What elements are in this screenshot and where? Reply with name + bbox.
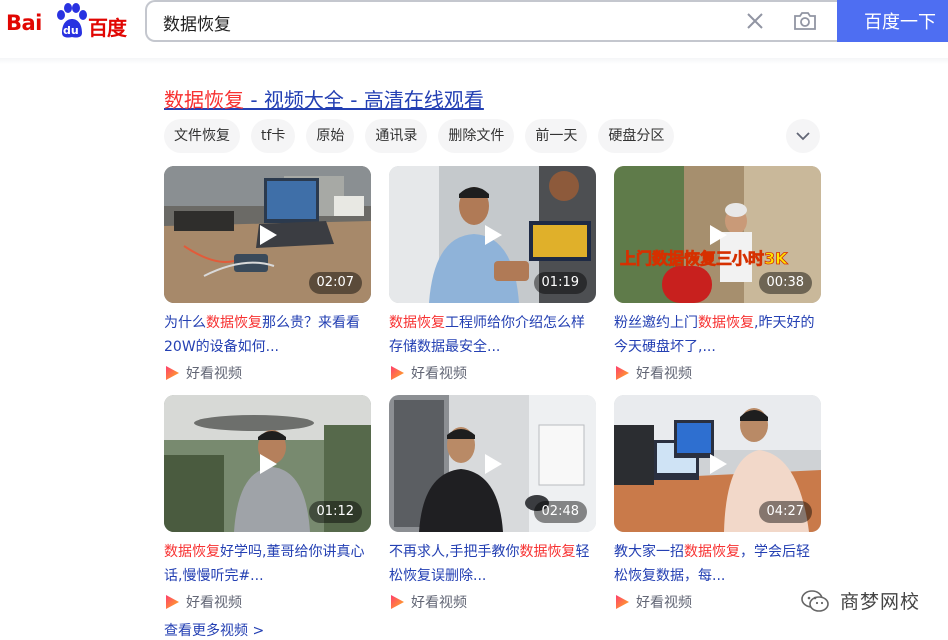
result-title-link[interactable]: 数据恢复 - 视频大全 - 高清在线观看 xyxy=(164,84,484,113)
video-duration: 00:38 xyxy=(758,272,812,294)
title-highlight: 数据恢复 xyxy=(206,315,262,331)
chip-tongxunlu[interactable]: 通讯录 xyxy=(365,119,428,153)
title-highlight: 数据恢复 xyxy=(519,544,576,560)
video-title-link[interactable]: 不再求人,手把手教你数据恢复轻松恢复误删除... xyxy=(389,540,596,588)
video-thumbnail[interactable]: 04:27 xyxy=(614,395,821,532)
chip-wenjian-huifu[interactable]: 文件恢复 xyxy=(164,119,240,153)
video-title-link[interactable]: 为什么数据恢复那么贵？来看看20W的设备如何... xyxy=(164,311,371,359)
video-title-link[interactable]: 数据恢复好学吗,董哥给你讲真心话,慢慢听完#... xyxy=(164,540,371,588)
video-card[interactable]: 01:12 数据恢复好学吗,董哥给你讲真心话,慢慢听完#... 好看视频 xyxy=(164,395,371,612)
video-source[interactable]: 好看视频 xyxy=(164,592,371,612)
video-source[interactable]: 好看视频 xyxy=(389,592,596,612)
result-title-highlight: 数据恢复 xyxy=(164,88,244,112)
video-title-link[interactable]: 教大家一招数据恢复，学会后轻松恢复数据，每... xyxy=(614,540,821,588)
play-icon xyxy=(710,454,727,474)
video-card[interactable]: 04:27 教大家一招数据恢复，学会后轻松恢复数据，每... 好看视频 xyxy=(614,395,821,612)
title-highlight: 数据恢复 xyxy=(389,315,445,331)
video-source[interactable]: 好看视频 xyxy=(389,363,596,383)
play-icon xyxy=(485,454,502,474)
logo-latin: Bai xyxy=(6,11,42,35)
related-query-chips: 文件恢复 tf卡 原始 通讯录 删除文件 前一天 硬盘分区 xyxy=(164,119,675,153)
chip-qian-yitian[interactable]: 前一天 xyxy=(525,119,588,153)
logo-badge: du xyxy=(63,24,79,37)
wechat-icon xyxy=(801,590,829,612)
thumbnail-caption: 上门数据恢复三小时3K xyxy=(620,249,788,268)
haokan-logo-icon xyxy=(616,595,629,609)
video-source-name: 好看视频 xyxy=(186,595,242,611)
play-icon xyxy=(260,454,277,474)
chip-yingpan-fenqu[interactable]: 硬盘分区 xyxy=(598,119,675,153)
chip-yuanshi[interactable]: 原始 xyxy=(306,119,355,153)
video-card[interactable]: 上门数据恢复三小时3K 00:38 粉丝邀约上门数据恢复,昨天好的今天硬盘坏了,… xyxy=(614,166,821,383)
video-thumbnail[interactable]: 02:48 xyxy=(389,395,596,532)
view-more-videos-link[interactable]: 查看更多视频 > xyxy=(164,620,264,640)
title-highlight: 数据恢复 xyxy=(684,544,740,560)
title-text: 粉丝邀约上门 xyxy=(614,315,698,331)
video-duration: 01:12 xyxy=(308,501,362,523)
search-box xyxy=(145,0,837,42)
play-icon xyxy=(260,225,277,245)
title-text: 不再求人,手把手教你 xyxy=(389,544,520,560)
video-duration: 04:27 xyxy=(758,501,812,523)
watermark: 商梦网校 xyxy=(800,585,940,615)
haokan-logo-icon xyxy=(391,366,404,380)
baidu-logo[interactable]: Bai du 百度 xyxy=(6,2,130,42)
video-source-name: 好看视频 xyxy=(636,595,692,611)
chevron-down-icon xyxy=(796,132,810,141)
video-thumbnail[interactable]: 01:12 xyxy=(164,395,371,532)
haokan-logo-icon xyxy=(166,366,179,380)
video-source[interactable]: 好看视频 xyxy=(164,363,371,383)
result-title-rest: - 视频大全 - 高清在线观看 xyxy=(244,88,484,112)
haokan-logo-icon xyxy=(391,595,404,609)
search-input[interactable] xyxy=(163,10,723,34)
camera-icon[interactable] xyxy=(792,10,818,32)
video-source[interactable]: 好看视频 xyxy=(614,363,821,383)
video-source[interactable]: 好看视频 xyxy=(614,592,821,612)
video-source-name: 好看视频 xyxy=(186,366,242,382)
header-bar: Bai du 百度 百度一下 xyxy=(0,0,948,44)
haokan-logo-icon xyxy=(166,595,179,609)
expand-chips-button[interactable] xyxy=(786,119,820,153)
play-icon xyxy=(485,225,502,245)
video-source-name: 好看视频 xyxy=(411,595,467,611)
video-card[interactable]: 01:19 数据恢复工程师给你介绍怎么样存储数据最安全... 好看视频 xyxy=(389,166,596,383)
header-divider xyxy=(0,58,948,64)
search-button[interactable]: 百度一下 xyxy=(837,0,948,42)
title-text: 教大家一招 xyxy=(614,544,684,560)
video-thumbnail[interactable]: 上门数据恢复三小时3K 00:38 xyxy=(614,166,821,303)
title-text: 为什么 xyxy=(164,315,206,331)
video-source-name: 好看视频 xyxy=(636,366,692,382)
title-highlight: 数据恢复 xyxy=(698,315,754,331)
video-thumbnail[interactable]: 02:07 xyxy=(164,166,371,303)
video-title-link[interactable]: 粉丝邀约上门数据恢复,昨天好的今天硬盘坏了,... xyxy=(614,311,821,359)
clear-icon[interactable] xyxy=(745,11,765,31)
video-title-link[interactable]: 数据恢复工程师给你介绍怎么样存储数据最安全... xyxy=(389,311,596,359)
chip-tf-card[interactable]: tf卡 xyxy=(251,119,296,153)
video-duration: 02:48 xyxy=(533,501,587,523)
title-highlight: 数据恢复 xyxy=(164,544,220,560)
video-card[interactable]: 02:07 为什么数据恢复那么贵？来看看20W的设备如何... 好看视频 xyxy=(164,166,371,383)
video-duration: 02:07 xyxy=(308,272,362,294)
video-thumbnail[interactable]: 01:19 xyxy=(389,166,596,303)
haokan-logo-icon xyxy=(616,366,629,380)
video-duration: 01:19 xyxy=(533,272,587,294)
video-source-name: 好看视频 xyxy=(411,366,467,382)
chip-shanchu-wenjian[interactable]: 删除文件 xyxy=(438,119,515,153)
video-card[interactable]: 02:48 不再求人,手把手教你数据恢复轻松恢复误删除... 好看视频 xyxy=(389,395,596,612)
logo-chinese: 百度 xyxy=(88,16,127,40)
watermark-text: 商梦网校 xyxy=(840,591,921,613)
play-icon xyxy=(710,225,727,245)
